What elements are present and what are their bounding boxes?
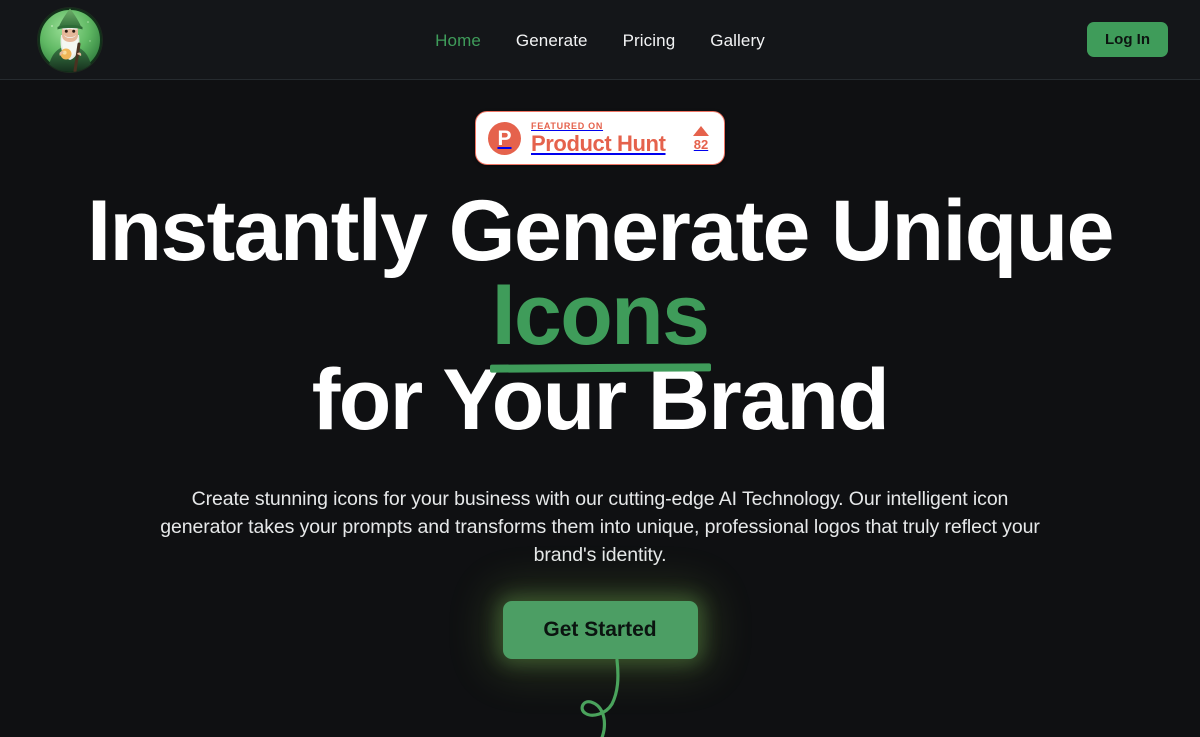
nav-link-pricing[interactable]: Pricing [621, 26, 678, 55]
headline-accent-text: Icons [491, 267, 710, 364]
hero-headline: Instantly Generate Unique Icons for Your… [0, 188, 1200, 443]
product-hunt-badge[interactable]: P FEATURED ON Product Hunt 82 [475, 111, 725, 165]
get-started-button[interactable]: Get Started [502, 600, 698, 659]
login-button[interactable]: Log In [1087, 22, 1168, 57]
upvote-triangle-icon [693, 125, 709, 136]
product-hunt-upvotes: 82 [693, 125, 711, 152]
wizard-avatar-icon [38, 7, 102, 72]
nav-link-home[interactable]: Home [433, 26, 483, 55]
product-hunt-logo-icon: P [488, 121, 521, 155]
hero-subtitle: Create stunning icons for your business … [160, 487, 1040, 567]
upvote-count: 82 [693, 136, 709, 152]
nav-link-generate[interactable]: Generate [514, 26, 590, 55]
nav-link-gallery[interactable]: Gallery [708, 26, 767, 55]
scroll-hint-arrow-container [0, 652, 1200, 737]
headline-underline-stroke [489, 362, 711, 373]
headline-accent-word: Icons [489, 272, 711, 373]
headline-line-1-plain: Instantly Generate Unique [87, 183, 1114, 279]
product-hunt-text: FEATURED ON Product Hunt [531, 120, 683, 156]
curved-squiggle-arrow-icon [580, 658, 620, 737]
hero-cta-container: Get Started [0, 600, 1200, 659]
brand-logo[interactable] [38, 7, 102, 72]
product-hunt-featured-label: FEATURED ON [531, 120, 604, 131]
site-header: Home Generate Pricing Gallery Log In [0, 0, 1200, 80]
main-navigation: Home Generate Pricing Gallery [0, 0, 1200, 80]
hero-section: P FEATURED ON Product Hunt 82 Instantly … [0, 80, 1200, 737]
product-hunt-name: Product Hunt [531, 130, 666, 156]
